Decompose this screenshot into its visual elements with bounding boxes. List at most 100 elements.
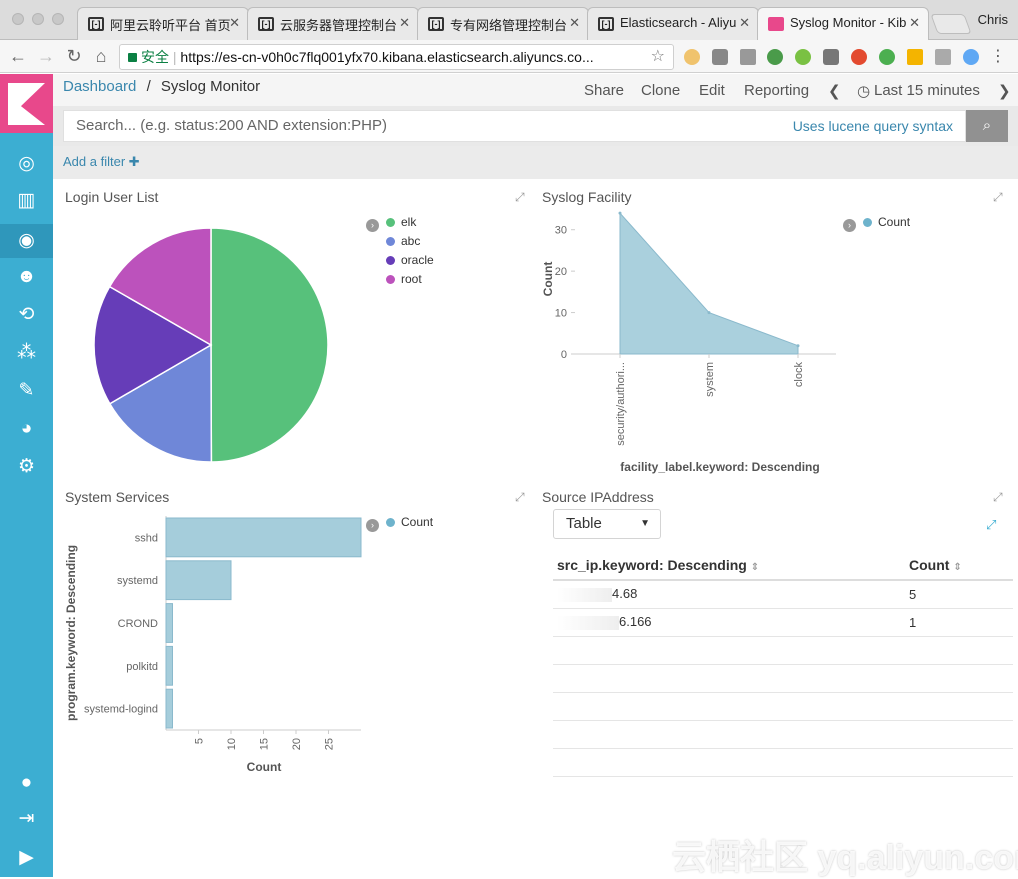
time-forward-chevron-icon[interactable]: ❯ bbox=[998, 82, 1011, 100]
discover-icon[interactable]: ◎ bbox=[15, 152, 38, 175]
extension-icon[interactable] bbox=[712, 49, 728, 65]
minimize-window-button[interactable] bbox=[32, 13, 44, 25]
table-row: 4.68 5 bbox=[553, 580, 1013, 609]
sort-icon[interactable]: ⇕ bbox=[751, 562, 759, 573]
home-icon[interactable]: ⌂ bbox=[91, 46, 111, 66]
expand-panel-icon[interactable]: ⤢ bbox=[993, 490, 1003, 505]
legend-item[interactable]: elk bbox=[386, 213, 434, 232]
bar-systemd[interactable] bbox=[165, 560, 232, 601]
wrench-icon[interactable]: ✎ bbox=[15, 379, 38, 402]
close-tab-icon[interactable]: ✕ bbox=[399, 15, 410, 31]
lucene-syntax-link[interactable]: Uses lucene query syntax bbox=[793, 111, 953, 141]
bar-chart: sshd systemd CROND polkitd systemd-logind 5 10… bbox=[64, 516, 362, 774]
maximize-window-button[interactable] bbox=[52, 13, 64, 25]
extension-icon[interactable] bbox=[740, 49, 756, 65]
browser-tab[interactable]: [-] 专有网络管理控制台 ✕ bbox=[417, 7, 589, 40]
search-icon: ⌕ bbox=[982, 117, 992, 134]
browser-toolbar: ← → ↻ ⌂ 安全 | https://es-cn-v0h0c7flq001y… bbox=[0, 40, 1018, 73]
share-button[interactable]: Share bbox=[584, 82, 624, 99]
browser-tab[interactable]: [-] 云服务器管理控制台 ✕ bbox=[247, 7, 419, 40]
reload-icon[interactable]: ↻ bbox=[64, 46, 84, 66]
dashboard-icon[interactable]: ◉ bbox=[0, 224, 53, 258]
extension-icon[interactable] bbox=[795, 49, 811, 65]
panel-title: Syslog Facility bbox=[542, 189, 632, 205]
address-bar[interactable]: 安全 | https://es-cn-v0h0c7flq001yfx70.kib… bbox=[119, 44, 674, 70]
close-tab-icon[interactable]: ✕ bbox=[739, 15, 750, 31]
expand-panel-icon[interactable]: ⤢ bbox=[515, 190, 525, 205]
visualize-icon[interactable]: ▥ bbox=[15, 189, 38, 212]
legend-toggle-icon[interactable]: › bbox=[366, 519, 379, 532]
bar-CROND[interactable] bbox=[165, 603, 173, 643]
view-mode-select[interactable]: Table ▼ bbox=[553, 509, 661, 539]
column-header-src-ip[interactable]: src_ip.keyword: Descending ⇕ bbox=[553, 550, 905, 581]
tab-title: 阿里云聆听平台 首页 bbox=[110, 18, 231, 33]
extension-icon[interactable] bbox=[823, 49, 839, 65]
browser-menu-icon[interactable]: ⋮ bbox=[990, 46, 1006, 66]
extension-icon[interactable] bbox=[684, 49, 700, 65]
drive-icon[interactable] bbox=[907, 49, 923, 65]
graph-icon[interactable]: ⁂ bbox=[15, 341, 38, 364]
legend-item[interactable]: oracle bbox=[386, 251, 434, 270]
opera-icon[interactable] bbox=[851, 49, 867, 65]
close-window-button[interactable] bbox=[12, 13, 24, 25]
legend-label: elk bbox=[401, 215, 417, 229]
browser-tab-active[interactable]: Syslog Monitor - Kib ✕ bbox=[757, 7, 929, 40]
new-tab-button[interactable] bbox=[930, 14, 972, 34]
extension-icon[interactable] bbox=[963, 49, 979, 65]
grammarly-icon[interactable] bbox=[879, 49, 895, 65]
sort-icon[interactable]: ⇕ bbox=[953, 562, 961, 573]
clone-button[interactable]: Clone bbox=[641, 82, 680, 99]
search-button[interactable]: ⌕ bbox=[966, 110, 1008, 142]
bar-sshd[interactable] bbox=[165, 517, 362, 558]
monitoring-eye-icon[interactable]: ◕ bbox=[15, 417, 38, 440]
area-series-count[interactable] bbox=[619, 211, 799, 355]
legend-item[interactable]: root bbox=[386, 270, 434, 289]
kibana-logo[interactable] bbox=[0, 74, 53, 133]
area-point-clock[interactable] bbox=[796, 344, 800, 348]
close-tab-icon[interactable]: ✕ bbox=[909, 15, 920, 31]
edit-button[interactable]: Edit bbox=[699, 82, 725, 99]
breadcrumb-dashboard-link[interactable]: Dashboard bbox=[63, 78, 136, 95]
collapse-icon[interactable]: ▶ bbox=[15, 846, 38, 869]
add-filter-button[interactable]: Add a filter ✚ bbox=[63, 154, 140, 170]
profile-name[interactable]: Chris bbox=[978, 12, 1008, 27]
dev-tools-icon[interactable]: ⟲ bbox=[15, 303, 38, 326]
settings-gear-icon[interactable]: ⚙ bbox=[15, 455, 38, 478]
legend-item[interactable]: abc bbox=[386, 232, 434, 251]
tab-title: 专有网络管理控制台 bbox=[450, 18, 568, 33]
side-navigation: ◎ ▥ ◉ ☻ ⟲ ⁂ ✎ ◕ ⚙ ● ⇥ ▶ bbox=[0, 74, 53, 877]
legend-item[interactable]: Count bbox=[386, 513, 433, 532]
close-tab-icon[interactable]: ✕ bbox=[569, 15, 580, 31]
panel-login-user-list: Login User List ⤢ › elk abc oracle root bbox=[53, 179, 528, 479]
browser-tab[interactable]: [-] Elasticsearch - Aliyu ✕ bbox=[587, 7, 759, 40]
bar-systemd-logind[interactable] bbox=[165, 688, 173, 729]
pie-slice-elk[interactable] bbox=[210, 227, 329, 463]
evernote-icon[interactable] bbox=[767, 49, 783, 65]
logout-icon[interactable]: ⇥ bbox=[15, 807, 38, 830]
legend-toggle-icon[interactable]: › bbox=[366, 219, 379, 232]
legend-toggle-icon[interactable]: › bbox=[843, 219, 856, 232]
user-icon[interactable]: ● bbox=[15, 771, 38, 794]
extension-icon[interactable] bbox=[935, 49, 951, 65]
timelion-icon[interactable]: ☻ bbox=[15, 265, 38, 288]
tab-title: 云服务器管理控制台 bbox=[280, 18, 398, 33]
legend-swatch bbox=[386, 275, 395, 285]
fullscreen-icon[interactable]: ⤢ bbox=[986, 517, 996, 533]
legend-item[interactable]: Count bbox=[863, 213, 910, 232]
search-input[interactable]: Search... (e.g. status:200 AND extension… bbox=[63, 110, 966, 142]
time-picker[interactable]: Last 15 minutes bbox=[874, 82, 980, 99]
back-icon[interactable]: ← bbox=[8, 46, 28, 66]
close-tab-icon[interactable]: ✕ bbox=[229, 15, 240, 31]
area-point-security/authori...[interactable] bbox=[618, 211, 622, 215]
aliyun-icon: [-] bbox=[598, 17, 614, 31]
expand-panel-icon[interactable]: ⤢ bbox=[515, 490, 525, 505]
reporting-button[interactable]: Reporting bbox=[744, 82, 809, 99]
area-point-system[interactable] bbox=[707, 311, 711, 315]
forward-icon[interactable]: → bbox=[36, 46, 56, 66]
bar-polkitd[interactable] bbox=[165, 645, 173, 686]
browser-tab[interactable]: [-] 阿里云聆听平台 首页 ✕ bbox=[77, 7, 249, 40]
expand-panel-icon[interactable]: ⤢ bbox=[993, 190, 1003, 205]
time-back-chevron-icon[interactable]: ❮ bbox=[828, 82, 841, 100]
bookmark-star-icon[interactable]: ☆ bbox=[651, 45, 665, 69]
column-header-count[interactable]: Count ⇕ bbox=[905, 550, 1013, 581]
